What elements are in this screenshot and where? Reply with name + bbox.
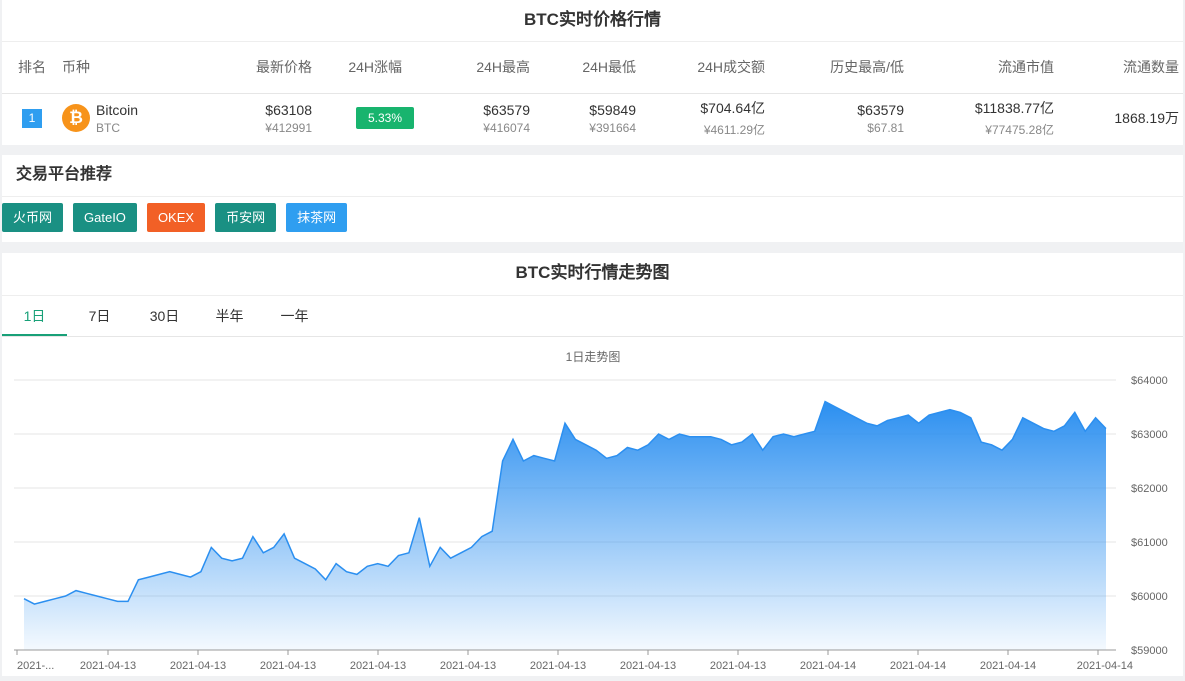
x-tick-label: 2021-... [17,660,54,672]
atl-value: $67.81 [867,120,904,135]
series-area [24,401,1106,650]
header-rank: 排名 [2,42,62,94]
volume-usd: $704.64亿 [700,100,765,117]
x-tick-label: 2021-04-13 [710,660,766,672]
header-supply[interactable]: 流通数量 [1054,42,1183,94]
coin-name[interactable]: Bitcoin [96,102,138,118]
exchange-button-1[interactable]: GateIO [73,203,137,232]
volume-cny: ¥4611.29亿 [703,123,765,138]
x-tick-label: 2021-04-13 [350,660,406,672]
x-tick-label: 2021-04-14 [980,660,1036,672]
price-usd: $63108 [265,101,312,118]
exchange-title: 交易平台推荐 [2,155,1183,197]
x-tick-label: 2021-04-13 [440,660,496,672]
exchange-button-3[interactable]: 币安网 [215,203,277,232]
tab-period-0[interactable]: 1日 [2,296,67,336]
header-ath-atl[interactable]: 历史最高/低 [765,42,904,94]
header-change[interactable]: 24H涨幅 [312,42,424,94]
header-volume[interactable]: 24H成交额 [636,42,765,94]
header-coin: 币种 [62,42,182,94]
header-market-cap[interactable]: 流通市值 [904,42,1054,94]
y-tick-label: $60000 [1131,591,1168,603]
x-tick-label: 2021-04-13 [530,660,586,672]
table-row[interactable]: 1 ₿ Bitcoin BTC $63108 ¥412991 5.33% $635… [2,93,1183,143]
y-tick-label: $63000 [1131,429,1168,441]
mcap-cny: ¥77475.28亿 [985,123,1054,138]
price-table: 排名 币种 最新价格 24H涨幅 24H最高 24H最低 24H成交额 历史最高… [2,42,1183,143]
price-table-header: 排名 币种 最新价格 24H涨幅 24H最高 24H最低 24H成交额 历史最高… [2,42,1183,94]
x-tick-label: 2021-04-13 [80,660,136,672]
x-tick-label: 2021-04-13 [170,660,226,672]
tab-period-3[interactable]: 半年 [197,296,262,336]
high-cny: ¥416074 [483,120,530,135]
period-tabs: 1日 7日 30日 半年 一年 [2,296,1183,337]
low-usd: $59849 [589,101,636,118]
exchange-button-2[interactable]: OKEX [146,203,206,232]
high-usd: $63579 [483,101,530,118]
price-chart[interactable]: 1日走势图 $64000 $63000 $62000 $61000 $60000 $5900… [2,337,1183,676]
header-high[interactable]: 24H最高 [424,42,530,94]
tab-period-2[interactable]: 30日 [132,296,197,336]
price-cny: ¥412991 [265,120,312,135]
y-tick-label: $62000 [1131,483,1168,495]
mcap-usd: $11838.77亿 [974,100,1054,117]
rank-badge: 1 [22,108,42,128]
supply-value: 1868.19万 [1114,110,1179,127]
exchange-button-0[interactable]: 火币网 [2,203,64,232]
exchange-button-4[interactable]: 抹茶网 [286,203,348,232]
exchange-panel: 交易平台推荐 火币网 GateIO OKEX 币安网 抹茶网 [2,155,1183,242]
x-tick-label: 2021-04-14 [890,660,946,672]
x-tick-label: 2021-04-13 [620,660,676,672]
chart-title: 1日走势图 [566,350,621,364]
y-tick-label: $59000 [1131,645,1168,657]
y-tick-label: $61000 [1131,537,1168,549]
bitcoin-icon: ₿ [62,104,90,133]
exchange-list: 火币网 GateIO OKEX 币安网 抹茶网 [2,203,1183,232]
y-tick-label: $64000 [1131,375,1168,387]
tab-period-4[interactable]: 一年 [262,296,327,336]
low-cny: ¥391664 [589,120,636,135]
price-panel-title: BTC实时价格行情 [2,0,1183,42]
header-low[interactable]: 24H最低 [530,42,636,94]
header-price[interactable]: 最新价格 [182,42,312,94]
coin-symbol: BTC [96,120,120,135]
tab-period-1[interactable]: 7日 [67,296,132,336]
trend-title: BTC实时行情走势图 [2,253,1183,296]
ath-value: $63579 [857,101,904,118]
price-panel: BTC实时价格行情 排名 币种 最新价格 24H涨幅 24H最高 24H最低 2… [2,0,1183,145]
coin-cell[interactable]: ₿ Bitcoin BTC [62,102,182,135]
x-tick-label: 2021-04-13 [260,660,316,672]
x-tick-label: 2021-04-14 [1077,660,1133,672]
trend-panel: BTC实时行情走势图 1日 7日 30日 半年 一年 1日走势图 $64000 $63000… [2,253,1183,676]
change-badge: 5.33% [355,107,414,130]
x-tick-label: 2021-04-14 [800,660,856,672]
